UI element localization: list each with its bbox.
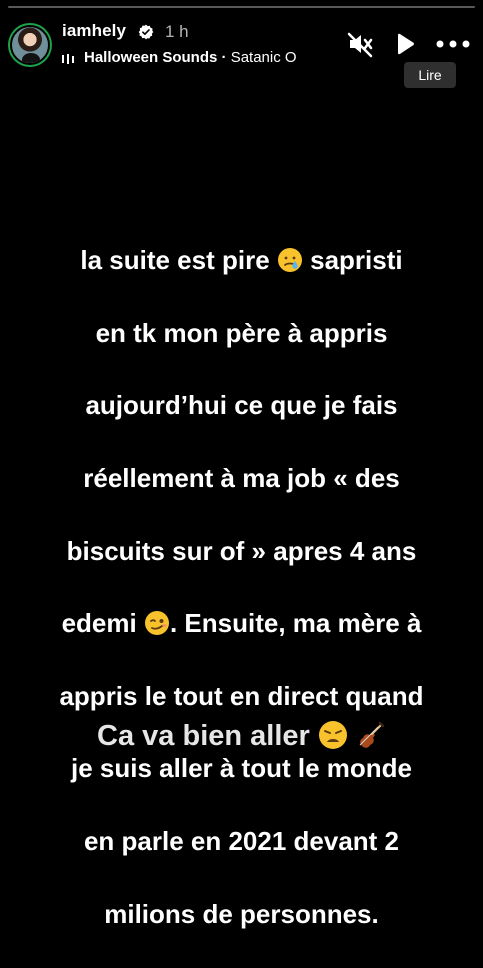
music-attribution[interactable]: Halloween Sounds · Satanic O <box>84 49 326 66</box>
avatar[interactable] <box>8 23 52 67</box>
story-text-line: la suite est pire sapristi <box>80 245 403 276</box>
bottom-caption: Ca va bien aller <box>0 720 483 753</box>
play-tooltip: Lire <box>404 62 456 88</box>
story-text-line: appris le tout en direct quand <box>59 680 424 711</box>
music-artist: Satanic O <box>230 49 297 66</box>
weary-face-icon <box>318 721 347 749</box>
violin-icon <box>359 721 385 748</box>
story-viewer[interactable]: iamhely 1 h Halloween Sounds · Satanic O… <box>0 0 483 929</box>
story-text-line: milions de personnes. <box>104 898 379 929</box>
verified-badge-icon <box>138 24 154 40</box>
story-text-line: réellement à ma job « des <box>83 463 400 494</box>
crying-face-icon <box>277 248 302 273</box>
story-text-line: en parle en 2021 devant 2 <box>83 826 400 857</box>
more-horizontal-icon[interactable] <box>436 38 470 50</box>
speaker-muted-icon[interactable] <box>346 30 374 58</box>
story-progress-bar <box>8 6 475 8</box>
music-separator: · <box>217 49 231 66</box>
profile-avatar-image <box>10 25 50 65</box>
story-text-line: edemi . Ensuite, ma mère à <box>61 608 422 639</box>
audio-bars-icon <box>62 54 74 64</box>
music-title: Halloween Sounds <box>84 49 218 66</box>
story-text-line: en tk mon père à appris <box>95 317 388 348</box>
story-text-line: aujourd’hui ce que je fais <box>85 390 398 421</box>
story-text: la suite est pire sapristi en tk mon pèr… <box>26 206 457 968</box>
play-icon[interactable] <box>393 33 415 55</box>
woozy-face-icon <box>144 611 169 636</box>
story-text-line: je suis aller à tout le monde <box>71 753 412 784</box>
username[interactable]: iamhely <box>62 21 126 41</box>
post-time: 1 h <box>165 22 189 41</box>
story-text-line: biscuits sur of » apres 4 ans <box>66 535 417 566</box>
